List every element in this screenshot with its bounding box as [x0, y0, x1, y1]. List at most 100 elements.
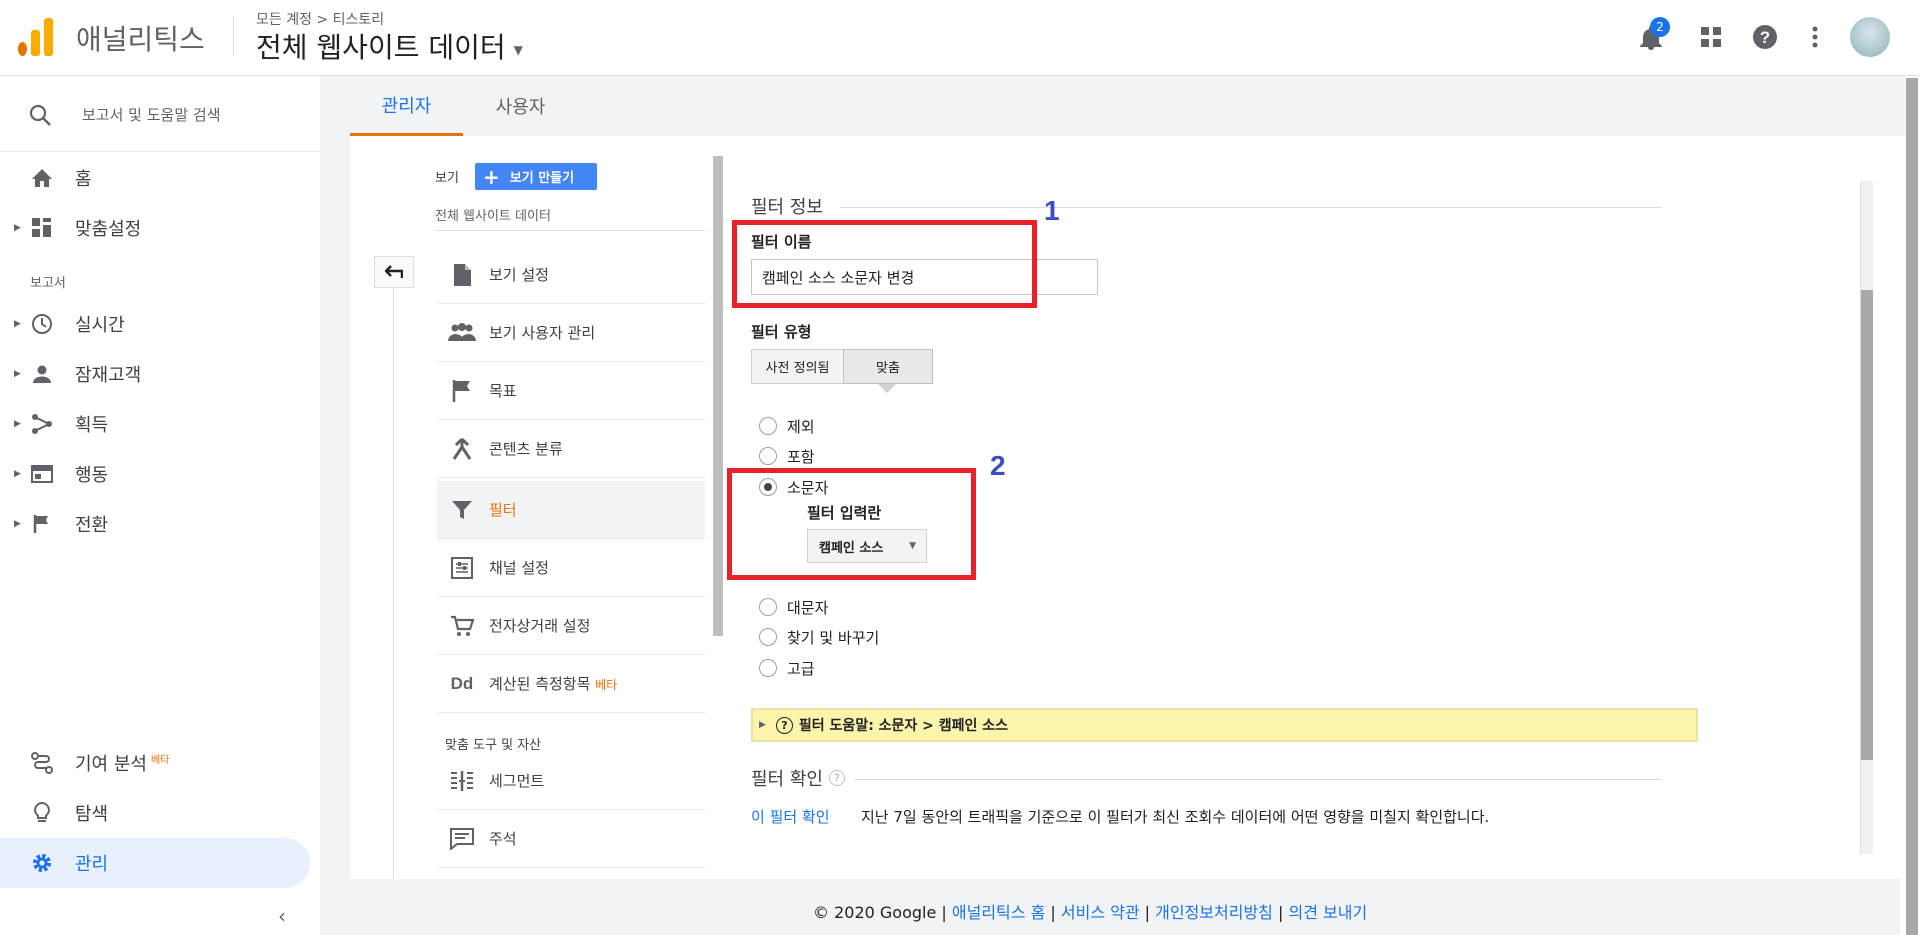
nav-attribution[interactable]: 기여 분석 베타 [0, 738, 310, 788]
filter-info-divider [840, 207, 1662, 208]
nav-home-label: 홈 [75, 169, 92, 190]
annotation-box-1 [732, 220, 1037, 308]
copyright-text: © 2020 Google | [813, 903, 947, 922]
radio-search-replace[interactable] [759, 628, 777, 646]
expand-caret-icon: ▶ [14, 519, 21, 529]
tab-admin-label: 관리자 [381, 95, 432, 117]
gear-icon [30, 851, 54, 875]
view-divider [435, 230, 705, 231]
menu-item-label: 세그먼트 [489, 772, 545, 790]
nav-realtime-label: 실시간 [75, 315, 125, 336]
annotation-box-2 [727, 468, 976, 580]
property-title: 전체 웹사이트 데이터 [256, 31, 506, 64]
account-avatar[interactable] [1850, 17, 1890, 57]
predefined-label: 사전 정의됨 [765, 361, 830, 376]
plus-icon: + [483, 164, 500, 189]
expand-caret-icon: ▶ [14, 369, 21, 379]
verify-filter-link[interactable]: 이 필터 확인 [751, 806, 830, 827]
menu-content-grouping[interactable]: 콘텐츠 분류 [437, 420, 705, 478]
footer-link-feedback[interactable]: 의견 보내기 [1288, 903, 1367, 922]
footer-link-analytics-home[interactable]: 애널리틱스 홈 [952, 903, 1045, 922]
nav-admin[interactable]: 관리 [0, 838, 310, 888]
tab-user-label: 사용자 [495, 97, 546, 118]
segment-icon [447, 766, 477, 796]
expand-caret-icon: ▶ [759, 720, 766, 730]
attribution-icon [30, 751, 54, 775]
nav-home[interactable]: 홈 [0, 153, 310, 203]
apps-button[interactable] [1696, 22, 1726, 52]
filter-verify-title-text: 필터 확인 [751, 769, 823, 790]
collapse-sidebar-button[interactable]: ‹ [278, 904, 286, 928]
page-scrollbar-thumb[interactable] [1906, 78, 1918, 935]
expand-caret-icon: ▶ [14, 223, 21, 233]
sidebar-search[interactable]: 보고서 및 도움말 검색 [0, 76, 320, 152]
app-name[interactable]: 애널리틱스 [76, 18, 205, 58]
tools-section-header: 맞춤 도구 및 자산 [445, 738, 542, 753]
radio-search-replace-label: 찾기 및 바꾸기 [787, 629, 880, 647]
menu-annotations[interactable]: 주석 [437, 810, 705, 868]
filter-verify-title: 필터 확인 ? [751, 765, 845, 791]
behavior-window-icon [30, 462, 54, 486]
create-view-button[interactable]: + 보기 만들기 [475, 163, 597, 190]
nav-audience[interactable]: ▶ 잠재고객 [0, 349, 310, 399]
menu-view-settings[interactable]: 보기 설정 [437, 246, 705, 304]
menu-ecommerce-settings[interactable]: 전자상거래 설정 [437, 597, 705, 655]
filter-type-predefined-button[interactable]: 사전 정의됨 [751, 349, 844, 384]
radio-exclude[interactable] [759, 417, 777, 435]
tab-admin[interactable]: 관리자 [350, 76, 463, 136]
nav-acquisition[interactable]: ▶ 획득 [0, 399, 310, 449]
menu-calculated-metrics[interactable]: Dd 계산된 측정항목 베타 [437, 655, 705, 713]
nav-behavior[interactable]: ▶ 행동 [0, 449, 310, 499]
custom-pointer-icon [878, 384, 896, 393]
property-selector[interactable]: 전체 웹사이트 데이터 ▼ [256, 26, 523, 66]
radio-uppercase[interactable] [759, 598, 777, 616]
annotation-number-2: 2 [990, 450, 1006, 481]
nav-conversions[interactable]: ▶ 전환 [0, 499, 310, 549]
view-column-scrollbar[interactable] [713, 156, 723, 636]
filter-help-bar[interactable]: ▶ ? 필터 도움말: 소문자 > 캠페인 소스 [751, 708, 1698, 742]
filter-type-custom-button[interactable]: 맞춤 [843, 349, 933, 384]
menu-channel-settings[interactable]: 채널 설정 [437, 539, 705, 597]
nav-customization[interactable]: ▶ 맞춤설정 [0, 203, 310, 253]
dd-icon: Dd [450, 673, 474, 693]
help-circle-icon[interactable]: ? [828, 770, 845, 786]
footer-link-terms[interactable]: 서비스 약관 [1061, 903, 1140, 922]
view-label: 보기 [435, 171, 459, 186]
menu-goals[interactable]: 목표 [437, 362, 705, 420]
back-arrow-icon [385, 265, 403, 278]
radio-uppercase-label: 대문자 [787, 599, 829, 617]
nav-realtime[interactable]: ▶ 실시간 [0, 299, 310, 349]
notifications-button[interactable]: 2 [1634, 17, 1670, 56]
filter-verify-divider [855, 779, 1662, 780]
help-button[interactable]: ? [1750, 22, 1780, 52]
more-vert-icon [1812, 26, 1818, 48]
search-icon [29, 104, 51, 126]
lightbulb-icon [30, 801, 54, 825]
column-connector-line [393, 288, 394, 879]
admin-tabs: 관리자 사용자 [350, 76, 1905, 136]
nav-customization-label: 맞춤설정 [75, 219, 142, 240]
header-divider [233, 16, 234, 56]
acquisition-icon [30, 412, 54, 436]
footer-separator: | [1278, 903, 1284, 922]
form-scrollbar-thumb[interactable] [1861, 290, 1873, 760]
more-options-button[interactable] [1800, 22, 1830, 52]
menu-segments[interactable]: 세그먼트 [437, 752, 705, 810]
nav-attribution-label: 기여 분석 베타 [75, 754, 170, 775]
footer-separator: | [1050, 903, 1056, 922]
menu-item-label: 전자상거래 설정 [489, 617, 591, 635]
back-button[interactable] [374, 256, 414, 288]
tab-user[interactable]: 사용자 [463, 76, 578, 136]
radio-advanced[interactable] [759, 659, 777, 677]
menu-filters[interactable]: 필터 [437, 481, 705, 539]
footer-link-privacy[interactable]: 개인정보처리방침 [1155, 903, 1273, 922]
radio-include[interactable] [759, 447, 777, 465]
nav-discover[interactable]: 탐색 [0, 788, 310, 838]
menu-item-label: 목표 [489, 382, 517, 400]
analytics-logo[interactable] [18, 18, 54, 56]
nav-conversions-label: 전환 [75, 515, 109, 536]
menu-view-user-management[interactable]: 보기 사용자 관리 [437, 304, 705, 362]
menu-item-label: 보기 사용자 관리 [489, 324, 596, 342]
menu-item-label: 필터 [489, 501, 517, 519]
filter-info-title: 필터 정보 [751, 197, 823, 218]
